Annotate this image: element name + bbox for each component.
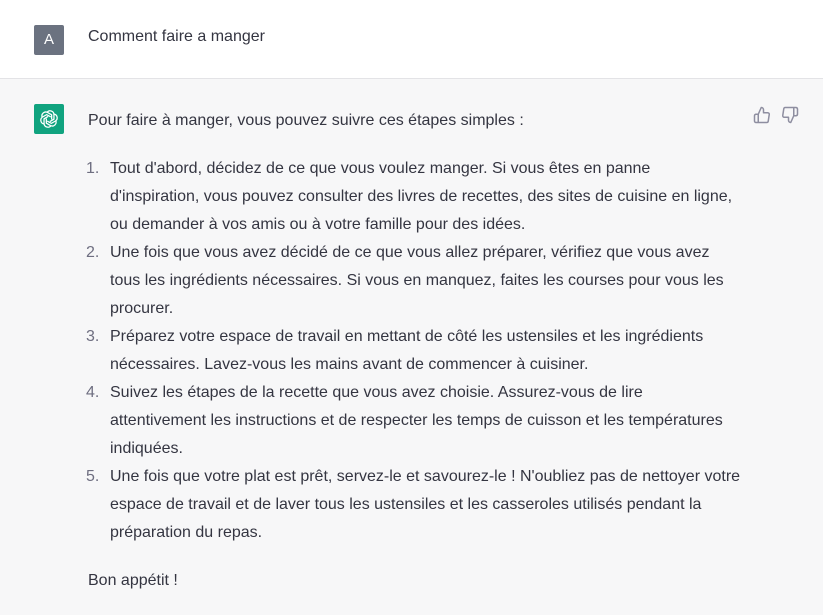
list-item: 3. Préparez votre espace de travail en m… — [86, 323, 743, 379]
assistant-message-content: Pour faire à manger, vous pouvez suivre … — [86, 107, 743, 595]
step-text: Suivez les étapes de la recette que vous… — [110, 384, 723, 457]
openai-logo-icon — [34, 104, 64, 134]
list-item: 1. Tout d'abord, décidez de ce que vous … — [86, 155, 743, 239]
thumbs-up-icon[interactable] — [753, 106, 771, 124]
list-item: 4. Suivez les étapes de la recette que v… — [86, 379, 743, 463]
step-number: 2. — [86, 244, 100, 261]
user-message-row: A Comment faire a manger — [0, 0, 823, 79]
step-text: Préparez votre espace de travail en mett… — [110, 328, 704, 373]
user-message-text: Comment faire a manger — [88, 28, 265, 45]
steps-list: 1. Tout d'abord, décidez de ce que vous … — [86, 155, 743, 547]
step-number: 5. — [86, 468, 100, 485]
assistant-message-row: Pour faire à manger, vous pouvez suivre … — [0, 79, 823, 615]
feedback-actions — [753, 106, 799, 124]
step-number: 3. — [86, 328, 100, 345]
list-item: 2. Une fois que vous avez décidé de ce q… — [86, 239, 743, 323]
thumbs-down-icon[interactable] — [781, 106, 799, 124]
step-number: 4. — [86, 384, 100, 401]
step-text: Tout d'abord, décidez de ce que vous vou… — [110, 160, 733, 233]
assistant-closing: Bon appétit ! — [88, 572, 178, 589]
step-text: Une fois que votre plat est prêt, servez… — [110, 468, 741, 541]
step-text: Une fois que vous avez décidé de ce que … — [110, 244, 724, 317]
assistant-intro: Pour faire à manger, vous pouvez suivre … — [88, 112, 524, 129]
list-item: 5. Une fois que votre plat est prêt, ser… — [86, 463, 743, 547]
step-number: 1. — [86, 160, 100, 177]
user-avatar: A — [34, 25, 64, 55]
